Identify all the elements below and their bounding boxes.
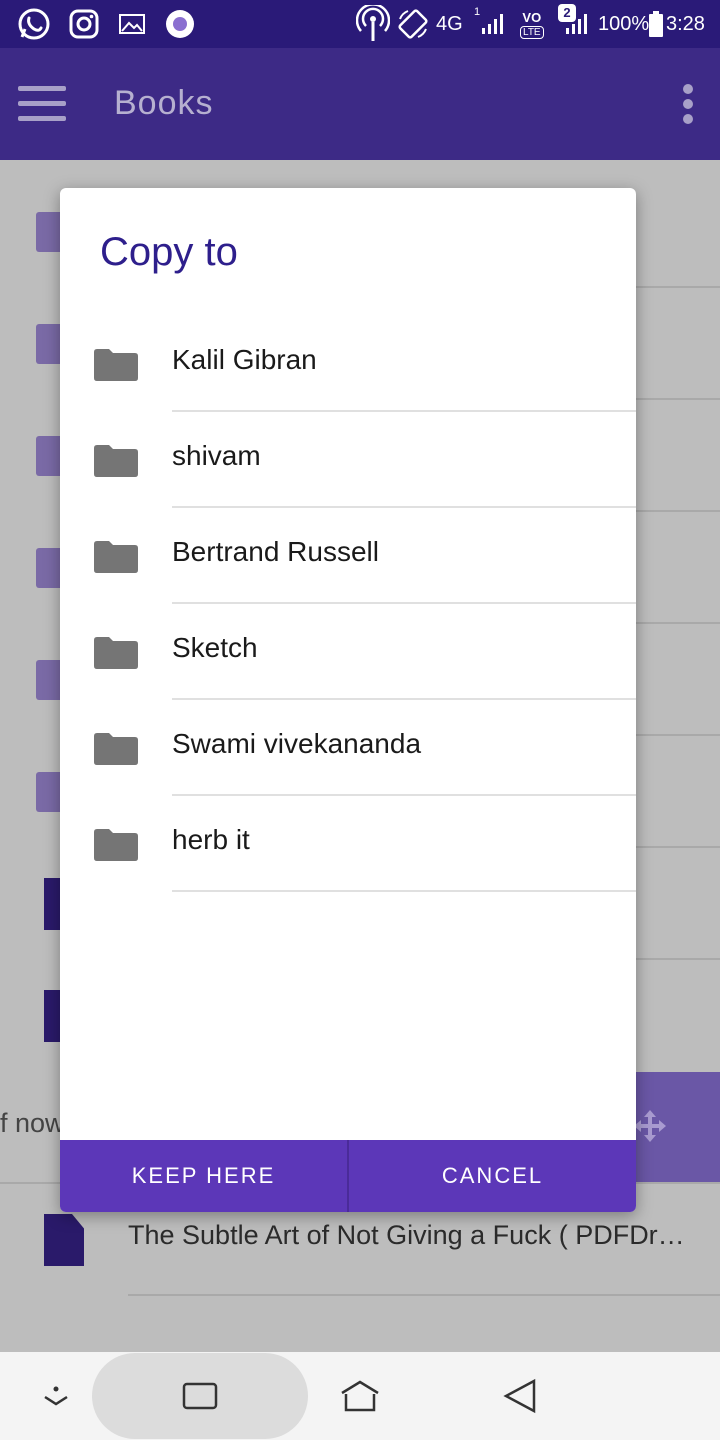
divider — [636, 622, 720, 624]
divider — [636, 286, 720, 288]
battery-percent: 100% — [598, 12, 650, 35]
divider — [636, 734, 720, 736]
keyboard-hide-icon[interactable] — [28, 1352, 84, 1440]
folder-name: herb it — [172, 824, 250, 855]
folder-item[interactable]: Kalil Gibran — [60, 316, 636, 412]
folder-name: Kalil Gibran — [172, 344, 317, 375]
copy-to-dialog: Copy to Kalil Gibran shivam Bertrand Rus… — [60, 188, 636, 1212]
divider — [636, 846, 720, 848]
folder-item[interactable]: Sketch — [60, 604, 636, 700]
volte-label: VO — [522, 9, 542, 25]
partial-text: f now — [0, 1108, 65, 1138]
instagram-icon — [68, 0, 100, 48]
folder-icon — [94, 829, 138, 861]
menu-icon[interactable] — [16, 84, 68, 124]
page-title: Books — [114, 84, 214, 122]
divider — [636, 958, 720, 960]
folder-icon — [94, 445, 138, 477]
folder-icon — [94, 349, 138, 381]
back-icon[interactable] — [488, 1352, 552, 1440]
folder-item[interactable]: Swami vivekananda — [60, 700, 636, 796]
divider — [172, 890, 636, 892]
folder-item[interactable]: herb it — [60, 796, 636, 892]
home-icon[interactable] — [324, 1352, 396, 1440]
folder-item[interactable]: Bertrand Russell — [60, 508, 636, 604]
folder-name: shivam — [172, 440, 261, 471]
divider — [128, 1294, 720, 1296]
overflow-icon[interactable] — [672, 80, 704, 128]
divider — [636, 398, 720, 400]
dialog-actions: KEEP HERE CANCEL — [60, 1140, 636, 1212]
folder-name: Sketch — [172, 632, 258, 663]
rotate-icon — [396, 0, 430, 48]
lte-label: LTE — [520, 25, 544, 39]
whatsapp-icon — [16, 0, 52, 48]
network-type: 4G — [436, 12, 463, 35]
folder-name: Bertrand Russell — [172, 536, 379, 567]
gallery-icon — [118, 0, 146, 48]
signal-icon — [480, 0, 510, 48]
status-bar: 4G 1 VO LTE 2 100% 3:28 — [0, 0, 720, 48]
folder-name: Swami vivekananda — [172, 728, 422, 759]
recents-icon[interactable] — [160, 1352, 240, 1440]
cancel-button[interactable]: CANCEL — [349, 1140, 636, 1212]
folder-icon — [94, 541, 138, 573]
list-item-title[interactable]: The Subtle Art of Not Giving a Fuck ( PD… — [128, 1220, 685, 1251]
volte-badge: VO LTE — [520, 0, 544, 48]
folder-icon — [94, 637, 138, 669]
folder-icon — [94, 733, 138, 765]
navigation-bar — [0, 1352, 720, 1440]
dialog-title: Copy to — [100, 230, 238, 274]
record-icon — [164, 0, 196, 48]
move-icon — [632, 1108, 668, 1154]
divider — [636, 510, 720, 512]
hotspot-icon — [356, 0, 390, 48]
battery-icon — [648, 0, 664, 48]
app-bar: Books — [0, 48, 720, 160]
folder-item[interactable]: shivam — [60, 412, 636, 508]
clock: 3:28 — [666, 12, 705, 35]
signal-icon — [564, 0, 594, 48]
keep-here-button[interactable]: KEEP HERE — [60, 1140, 347, 1212]
folder-list: Kalil Gibran shivam Bertrand Russell Ske… — [60, 316, 636, 892]
document-icon — [44, 1214, 84, 1266]
